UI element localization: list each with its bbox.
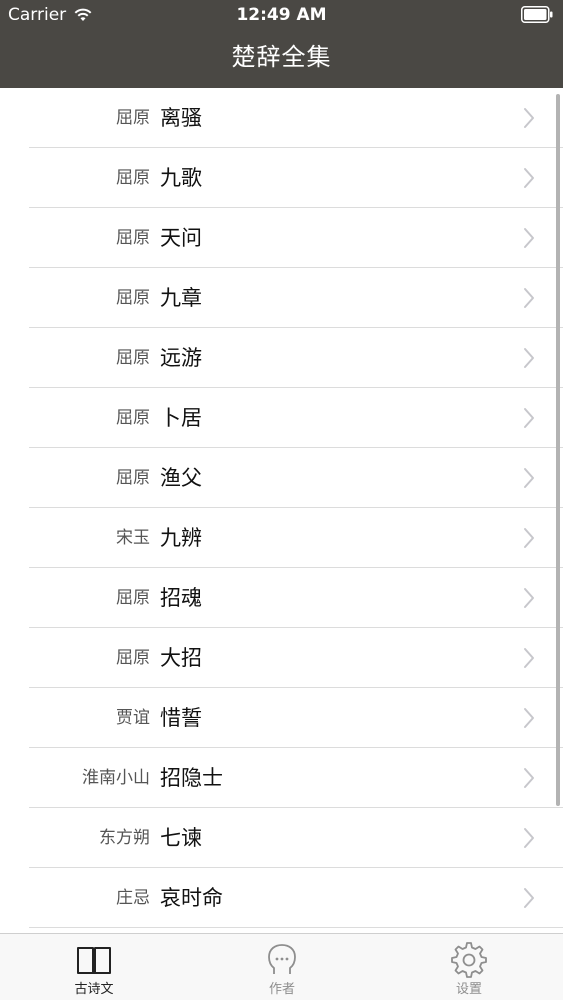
chevron-right-icon xyxy=(524,408,534,428)
poem-title: 招隐士 xyxy=(160,766,223,790)
poem-author: 屈原 xyxy=(116,468,150,488)
gear-icon xyxy=(451,942,487,978)
poem-row[interactable]: 宋玉 九辨 xyxy=(0,508,563,568)
poem-row[interactable]: 屈原 远游 xyxy=(0,328,563,388)
poem-author: 屈原 xyxy=(116,648,150,668)
chevron-right-icon xyxy=(524,648,534,668)
tab-authors-label: 作者 xyxy=(268,982,295,997)
tab-bar: 古诗文 作者 设置 xyxy=(0,933,563,1000)
scroll-indicator xyxy=(556,94,560,806)
status-bar: Carrier 12:49 AM xyxy=(0,0,563,30)
poem-row[interactable]: 淮南小山 招隐士 xyxy=(0,748,563,808)
poem-row[interactable]: 屈原 卜居 xyxy=(0,388,563,448)
poem-title: 大招 xyxy=(160,646,202,670)
chevron-right-icon xyxy=(524,108,534,128)
app-screen: Carrier 12:49 AM 楚辞全集 屈原 离骚 屈原 九歌 屈原 天问 屈原 九章 屈原… xyxy=(0,0,563,1000)
poem-title: 远游 xyxy=(160,346,202,370)
chevron-right-icon xyxy=(524,528,534,548)
header: Carrier 12:49 AM 楚辞全集 xyxy=(0,0,563,88)
poem-row[interactable]: 贾谊 惜誓 xyxy=(0,688,563,748)
poem-author: 屈原 xyxy=(116,168,150,188)
chevron-right-icon xyxy=(524,828,534,848)
chevron-right-icon xyxy=(524,168,534,188)
chevron-right-icon xyxy=(524,348,534,368)
chevron-right-icon xyxy=(524,888,534,908)
poem-author: 淮南小山 xyxy=(82,768,150,788)
tab-settings-label: 设置 xyxy=(455,982,482,997)
poem-author: 屈原 xyxy=(116,588,150,608)
tab-authors[interactable]: 作者 xyxy=(222,934,342,1000)
person-icon xyxy=(268,944,296,974)
poem-author: 东方朔 xyxy=(99,828,150,848)
poem-title: 招魂 xyxy=(160,586,202,610)
poem-author: 屈原 xyxy=(116,408,150,428)
poem-row[interactable]: 屈原 离骚 xyxy=(0,88,563,148)
poem-author: 屈原 xyxy=(116,348,150,368)
poem-row[interactable]: 屈原 九歌 xyxy=(0,148,563,208)
poem-row[interactable]: 屈原 渔父 xyxy=(0,448,563,508)
poem-author: 屈原 xyxy=(116,228,150,248)
poem-author: 庄忌 xyxy=(116,888,150,908)
tab-settings[interactable]: 设置 xyxy=(409,934,529,1000)
poem-author: 宋玉 xyxy=(116,528,150,548)
poem-row[interactable]: 屈原 九章 xyxy=(0,268,563,328)
poem-author: 贾谊 xyxy=(116,708,150,728)
tab-classic-poems[interactable]: 古诗文 xyxy=(34,934,154,1000)
battery-icon xyxy=(521,6,553,23)
chevron-right-icon xyxy=(524,708,534,728)
poem-title: 卜居 xyxy=(160,406,202,430)
poem-title: 哀时命 xyxy=(160,886,223,910)
poem-author: 屈原 xyxy=(116,108,150,128)
chevron-right-icon xyxy=(524,588,534,608)
poem-title: 离骚 xyxy=(160,106,202,130)
poem-title: 九章 xyxy=(160,286,202,310)
tab-classic-poems-label: 古诗文 xyxy=(74,982,114,997)
poem-row[interactable]: 东方朔 七谏 xyxy=(0,808,563,868)
poem-title: 九歌 xyxy=(160,166,202,190)
poem-row[interactable]: 庄忌 哀时命 xyxy=(0,868,563,928)
chevron-right-icon xyxy=(524,228,534,248)
poem-title: 七谏 xyxy=(160,826,202,850)
poem-row[interactable]: 屈原 招魂 xyxy=(0,568,563,628)
poem-row[interactable]: 屈原 大招 xyxy=(0,628,563,688)
poem-title: 惜誓 xyxy=(160,706,202,730)
poem-title: 渔父 xyxy=(160,466,202,490)
status-time: 12:49 AM xyxy=(236,5,327,25)
poem-title: 天问 xyxy=(160,226,202,250)
book-icon xyxy=(77,947,111,974)
poem-author: 屈原 xyxy=(116,288,150,308)
poem-row[interactable]: 屈原 天问 xyxy=(0,208,563,268)
poem-list[interactable]: 屈原 离骚 屈原 九歌 屈原 天问 屈原 九章 屈原 远游 屈原 卜居 屈原 渔父 宋玉 九辨 屈原 招魂 屈原 大招… xyxy=(0,88,563,933)
chevron-right-icon xyxy=(524,288,534,308)
poem-title: 九辨 xyxy=(160,526,202,550)
row-divider xyxy=(29,927,563,928)
chevron-right-icon xyxy=(524,768,534,788)
chevron-right-icon xyxy=(524,468,534,488)
page-title: 楚辞全集 xyxy=(231,43,332,71)
